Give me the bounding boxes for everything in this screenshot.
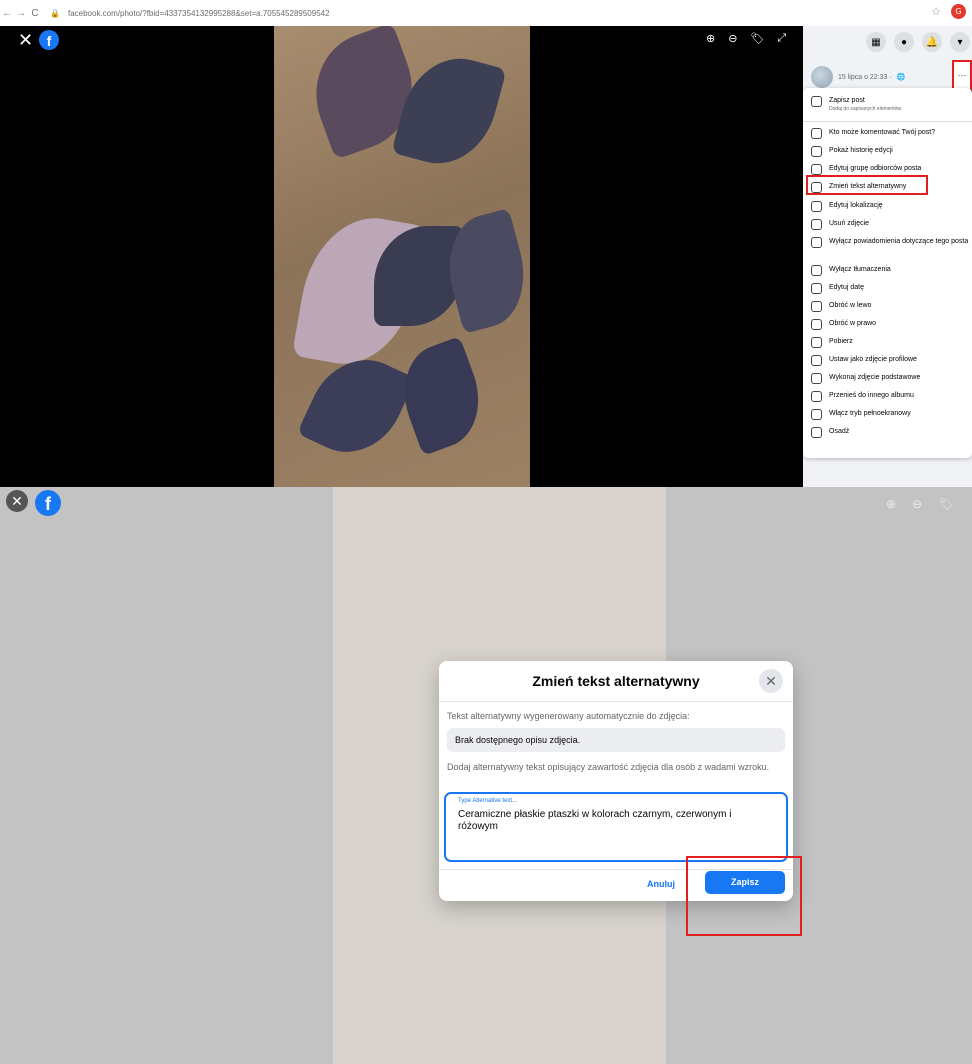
generated-alt-text: Brak dostępnego opisu zdjęcia. bbox=[447, 728, 785, 752]
menu-item-fullscreen[interactable]: Włącz tryb pełnoekranowy bbox=[811, 409, 911, 420]
menu-item-rotate-left[interactable]: Obróć w lewo bbox=[811, 301, 871, 312]
download-icon bbox=[811, 337, 822, 348]
zoom-in-icon[interactable]: ⊕ bbox=[706, 32, 715, 45]
menu-item-notifications[interactable]: Wyłącz powiadomienia dotyczące tego post… bbox=[811, 237, 969, 248]
trash-icon bbox=[811, 219, 822, 230]
extension-icon[interactable]: G bbox=[951, 4, 966, 19]
menu-item-delete-photo[interactable]: Usuń zdjęcie bbox=[811, 219, 869, 230]
viewer-tools: ⊕ ⊖ 🏷 bbox=[886, 497, 953, 511]
photo bbox=[274, 26, 537, 487]
menu-item-download[interactable]: Pobierz bbox=[811, 337, 853, 348]
forward-button[interactable]: → bbox=[14, 8, 28, 19]
location-icon bbox=[811, 201, 822, 212]
globe-icon: 🌐 bbox=[896, 74, 906, 81]
bell-off-icon bbox=[811, 237, 822, 248]
menu-item-profile-picture[interactable]: Ustaw jako zdjęcie profilowe bbox=[811, 355, 917, 366]
save-highlight bbox=[686, 856, 802, 936]
dialog-title: Zmień tekst alternatywny bbox=[532, 673, 700, 689]
alt-text-placeholder: Type Alternative text... bbox=[458, 798, 518, 804]
menu-divider bbox=[803, 121, 972, 122]
alt-text-highlight bbox=[806, 175, 928, 195]
menu-item-edit-date[interactable]: Edytuj datę bbox=[811, 283, 864, 294]
messenger-icon[interactable]: ● bbox=[894, 32, 914, 52]
menu-grid-icon[interactable]: ▦ bbox=[866, 32, 886, 52]
facebook-logo-icon[interactable]: f bbox=[39, 30, 59, 50]
back-button[interactable]: ← bbox=[0, 8, 14, 19]
fullscreen-icon[interactable]: ⤢ bbox=[777, 32, 786, 45]
top-screenshot-panel: ← → C 🔒 facebook.com/photo/?fbid=4337354… bbox=[0, 0, 972, 487]
history-icon bbox=[811, 146, 822, 157]
close-icon[interactable]: ✕ bbox=[6, 490, 28, 512]
browser-toolbar: ← → C 🔒 facebook.com/photo/?fbid=4337354… bbox=[0, 0, 972, 26]
photo-bird-7 bbox=[389, 336, 494, 456]
rotate-right-icon bbox=[811, 319, 822, 330]
menu-item-audience[interactable]: Edytuj grupę odbiorców posta bbox=[811, 164, 921, 175]
zoom-in-icon[interactable]: ⊕ bbox=[886, 497, 896, 511]
alt-text-value[interactable]: Ceramiczne płaskie ptaszki w kolorach cz… bbox=[458, 809, 773, 833]
calendar-icon bbox=[811, 283, 822, 294]
bookmark-icon bbox=[811, 96, 822, 107]
photo-bird-6 bbox=[296, 342, 417, 470]
menu-item-embed[interactable]: Osadź bbox=[811, 427, 849, 438]
menu-item-rotate-right[interactable]: Obróć w prawo bbox=[811, 319, 876, 330]
globe-icon bbox=[811, 164, 822, 175]
menu-item-sublabel: Dodaj do zapisanych elementów. bbox=[829, 106, 903, 112]
menu-item-move-album[interactable]: Przenieś do innego albumu bbox=[811, 391, 914, 402]
post-date[interactable]: 15 lipca o 22:33 · bbox=[838, 74, 892, 81]
menu-item-cover-photo[interactable]: Wykonaj zdjęcie podstawowe bbox=[811, 373, 920, 384]
close-icon[interactable]: ✕ bbox=[18, 30, 33, 51]
post-options-menu: Zapisz post Dodaj do zapisanych elementó… bbox=[803, 88, 972, 458]
menu-item-label: Zapisz post bbox=[829, 97, 865, 104]
image-icon bbox=[811, 373, 822, 384]
zoom-out-icon[interactable]: ⊖ bbox=[912, 497, 922, 511]
comment-icon bbox=[811, 128, 822, 139]
dialog-divider bbox=[439, 701, 793, 702]
menu-item-save-post[interactable]: Zapisz post Dodaj do zapisanych elementó… bbox=[811, 96, 902, 112]
avatar[interactable] bbox=[811, 66, 833, 88]
add-alt-label: Dodaj alternatywny tekst opisujący zawar… bbox=[447, 762, 770, 772]
facebook-logo-icon[interactable]: f bbox=[35, 490, 61, 516]
account-dropdown-icon[interactable]: ▾ bbox=[950, 32, 970, 52]
menu-item-translations[interactable]: Wyłącz tłumaczenia bbox=[811, 265, 891, 276]
reload-button[interactable]: C bbox=[28, 8, 42, 19]
rotate-left-icon bbox=[811, 301, 822, 312]
album-icon bbox=[811, 391, 822, 402]
cancel-button[interactable]: Anuluj bbox=[647, 879, 675, 889]
post-header: 15 lipca o 22:33 · 🌐 bbox=[811, 66, 905, 88]
viewer-tools: ⊕ ⊖ 🏷 ⤢ bbox=[706, 32, 786, 45]
code-icon bbox=[811, 427, 822, 438]
generated-label: Tekst alternatywny wygenerowany automaty… bbox=[447, 711, 690, 721]
bottom-screenshot-panel: ✕ f ⊕ ⊖ 🏷 Zmień tekst alternatywny ✕ Tek… bbox=[0, 487, 972, 1064]
menu-item-comment-permissions[interactable]: Kto może komentować Twój post? bbox=[811, 128, 935, 139]
translate-icon bbox=[811, 265, 822, 276]
fullscreen-icon bbox=[811, 409, 822, 420]
notifications-icon[interactable]: 🔔 bbox=[922, 32, 942, 52]
menu-item-edit-location[interactable]: Edytuj lokalizację bbox=[811, 201, 883, 212]
alt-text-input[interactable]: Type Alternative text... Ceramiczne płas… bbox=[444, 792, 788, 862]
photo-viewer: ✕ f ⊕ ⊖ 🏷 ⤢ bbox=[0, 26, 803, 487]
menu-item-edit-history[interactable]: Pokaż historię edycji bbox=[811, 146, 893, 157]
bookmark-star-icon[interactable]: ☆ bbox=[931, 5, 941, 18]
top-icons: ▦ ● 🔔 ▾ bbox=[866, 32, 970, 52]
address-bar[interactable]: facebook.com/photo/?fbid=433735413299528… bbox=[68, 9, 330, 18]
photo-bird-2 bbox=[391, 46, 507, 176]
zoom-out-icon[interactable]: ⊖ bbox=[728, 32, 737, 45]
profile-icon bbox=[811, 355, 822, 366]
lock-icon: 🔒 bbox=[50, 8, 60, 18]
tag-icon[interactable]: 🏷 bbox=[750, 32, 764, 45]
tag-icon[interactable]: 🏷 bbox=[938, 497, 953, 511]
close-icon[interactable]: ✕ bbox=[759, 669, 783, 693]
